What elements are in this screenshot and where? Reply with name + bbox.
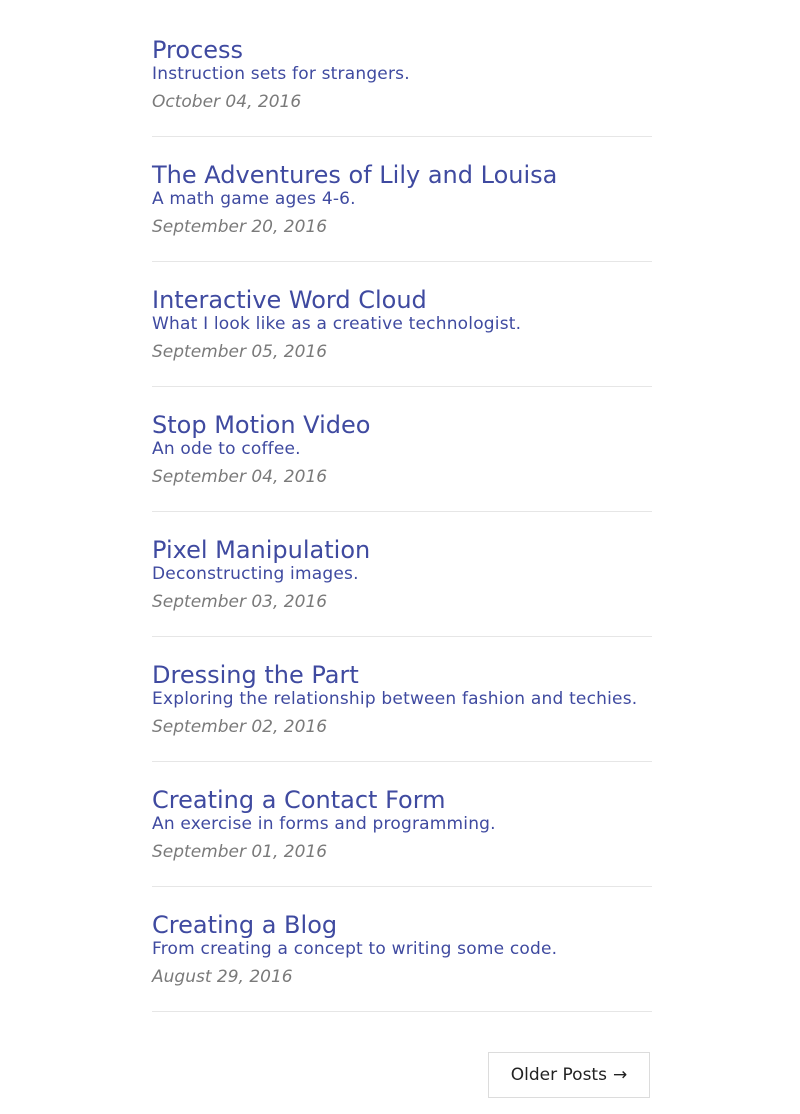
post-date: September 04, 2016: [152, 467, 328, 487]
post-subtitle: From creating a concept to writing some …: [152, 939, 558, 959]
post-preview[interactable]: Creating a Blog From creating a concept …: [152, 911, 652, 1012]
post-preview[interactable]: Stop Motion Video An ode to coffee. Sept…: [152, 411, 652, 512]
post-subtitle: An ode to coffee.: [152, 439, 301, 459]
arrow-right-icon: →: [612, 1065, 628, 1085]
post-subtitle: What I look like as a creative technolog…: [152, 314, 522, 334]
post-title[interactable]: The Adventures of Lily and Louisa: [152, 161, 652, 189]
post-subtitle: A math game ages 4-6.: [152, 189, 356, 209]
post-preview[interactable]: Pixel Manipulation Deconstructing images…: [152, 536, 652, 637]
post-subtitle: Exploring the relationship between fashi…: [152, 689, 638, 709]
post-list: Process Instruction sets for strangers. …: [152, 36, 652, 1036]
post-title[interactable]: Stop Motion Video: [152, 411, 652, 439]
older-posts-label: Older Posts: [510, 1065, 607, 1085]
post-preview[interactable]: The Adventures of Lily and Louisa A math…: [152, 161, 652, 262]
post-subtitle: Deconstructing images.: [152, 564, 359, 584]
post-preview[interactable]: Process Instruction sets for strangers. …: [152, 36, 652, 137]
post-title[interactable]: Dressing the Part: [152, 661, 652, 689]
post-date: September 02, 2016: [152, 717, 328, 737]
older-posts-button[interactable]: Older Posts →: [488, 1052, 650, 1098]
post-title[interactable]: Process: [152, 36, 652, 64]
post-subtitle: An exercise in forms and programming.: [152, 814, 496, 834]
post-date: September 03, 2016: [152, 592, 328, 612]
post-title[interactable]: Pixel Manipulation: [152, 536, 652, 564]
post-title[interactable]: Creating a Contact Form: [152, 786, 652, 814]
post-preview[interactable]: Dressing the Part Exploring the relation…: [152, 661, 652, 762]
post-title[interactable]: Creating a Blog: [152, 911, 652, 939]
post-date: September 01, 2016: [152, 842, 328, 862]
post-preview[interactable]: Creating a Contact Form An exercise in f…: [152, 786, 652, 887]
post-date: September 05, 2016: [152, 342, 328, 362]
post-preview[interactable]: Interactive Word Cloud What I look like …: [152, 286, 652, 387]
post-date: August 29, 2016: [152, 967, 293, 987]
post-title[interactable]: Interactive Word Cloud: [152, 286, 652, 314]
post-date: October 04, 2016: [152, 92, 302, 112]
post-subtitle: Instruction sets for strangers.: [152, 64, 410, 84]
post-date: September 20, 2016: [152, 217, 328, 237]
